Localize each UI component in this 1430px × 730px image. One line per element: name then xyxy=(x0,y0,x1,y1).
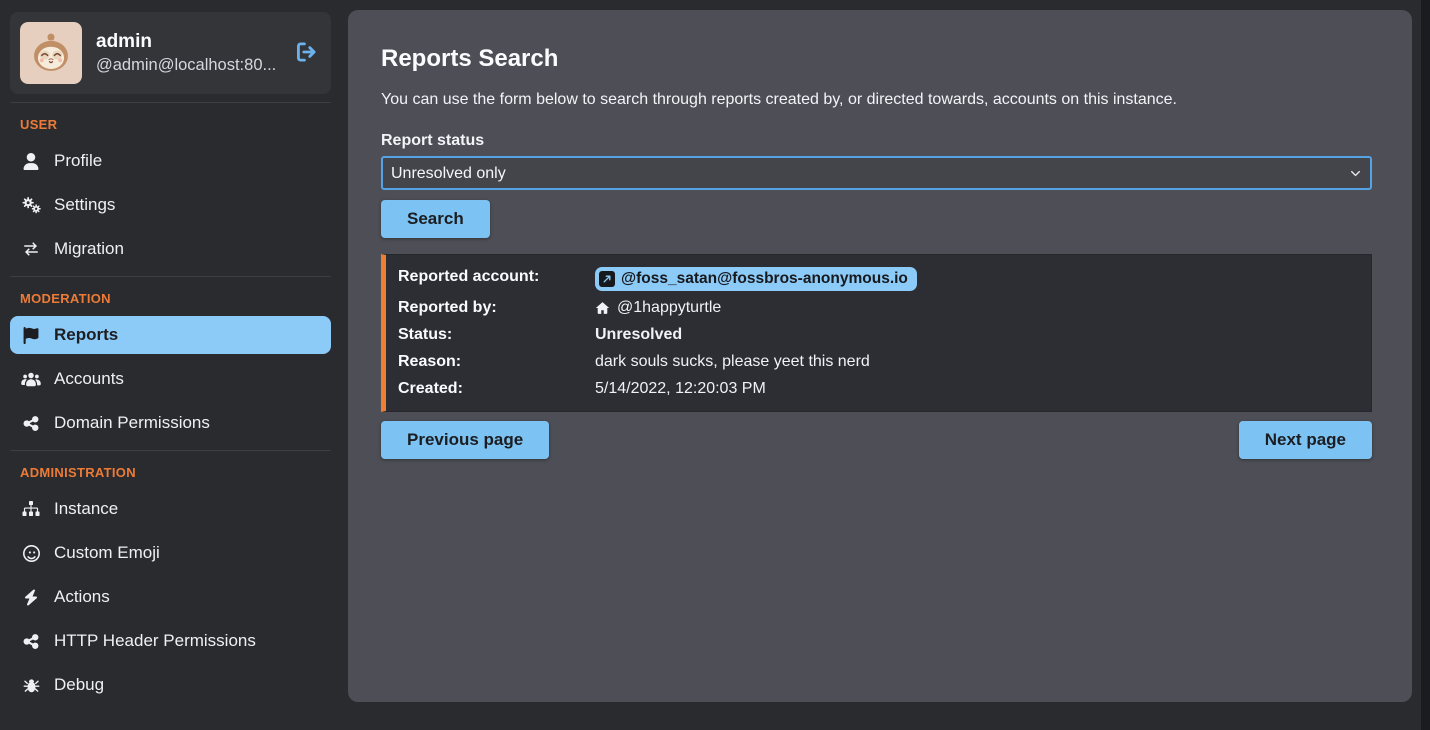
reports-panel: Reports Search You can use the form belo… xyxy=(348,10,1412,702)
reported-by-value: @1happyturtle xyxy=(595,298,1359,318)
home-icon xyxy=(595,301,610,315)
sitemap-icon xyxy=(20,501,42,517)
reporter-handle: @1happyturtle xyxy=(617,298,721,318)
created-label: Created: xyxy=(398,379,591,399)
sidebar-item-profile[interactable]: Profile xyxy=(10,142,331,180)
reason-label: Reason: xyxy=(398,352,591,372)
page-description: You can use the form below to search thr… xyxy=(381,91,1372,109)
share-nodes-icon xyxy=(20,415,42,432)
sidebar-item-http-header-permissions[interactable]: HTTP Header Permissions xyxy=(10,622,331,660)
sidebar-item-migration[interactable]: Migration xyxy=(10,230,331,268)
sidebar-item-instance[interactable]: Instance xyxy=(10,490,331,528)
sidebar-item-domain-permissions[interactable]: Domain Permissions xyxy=(10,404,331,442)
report-status-label: Report status xyxy=(381,132,1372,150)
sidebar-item-settings[interactable]: Settings xyxy=(10,186,331,224)
avatar xyxy=(20,22,82,84)
reported-account-value: @foss_satan@fossbros-anonymous.io xyxy=(595,267,1359,291)
user-handle: @admin@localhost:80... xyxy=(96,54,277,76)
logout-button[interactable] xyxy=(291,37,321,70)
report-status-select-wrap: Unresolved only xyxy=(381,156,1372,190)
sidebar-item-label: Migration xyxy=(54,236,124,262)
previous-page-button[interactable]: Previous page xyxy=(381,421,549,459)
sidebar-item-actions[interactable]: Actions xyxy=(10,578,331,616)
bolt-icon xyxy=(20,589,42,606)
next-page-button[interactable]: Next page xyxy=(1239,421,1372,459)
sidebar-item-custom-emoji[interactable]: Custom Emoji xyxy=(10,534,331,572)
sidebar-section-administration: ADMINISTRATION xyxy=(20,465,331,480)
exchange-arrows-icon xyxy=(20,240,42,258)
divider xyxy=(10,450,331,451)
report-status-select[interactable]: Unresolved only xyxy=(381,156,1372,190)
search-button[interactable]: Search xyxy=(381,200,490,238)
sidebar-item-debug[interactable]: Debug xyxy=(10,666,331,704)
sidebar-item-label: Debug xyxy=(54,672,104,698)
sidebar-item-label: Actions xyxy=(54,584,110,610)
smiley-icon xyxy=(20,545,42,562)
sidebar-item-label: Custom Emoji xyxy=(54,540,160,566)
sidebar-item-reports[interactable]: Reports xyxy=(10,316,331,354)
report-search-form: Report status Unresolved only Search xyxy=(381,132,1372,238)
divider xyxy=(10,276,331,277)
bug-icon xyxy=(20,677,42,694)
divider xyxy=(10,102,331,103)
pagination: Previous page Next page xyxy=(381,421,1372,459)
sidebar-section-moderation: MODERATION xyxy=(20,291,331,306)
status-label: Status: xyxy=(398,325,591,345)
page-title: Reports Search xyxy=(381,45,1372,73)
main-area: Reports Search You can use the form belo… xyxy=(345,0,1430,730)
user-name: admin xyxy=(96,30,277,54)
sidebar-item-label: HTTP Header Permissions xyxy=(54,628,256,654)
user-card[interactable]: admin @admin@localhost:80... xyxy=(10,12,331,94)
reported-account-badge[interactable]: @foss_satan@fossbros-anonymous.io xyxy=(595,267,917,291)
share-nodes-icon xyxy=(20,633,42,650)
reported-account-handle: @foss_satan@fossbros-anonymous.io xyxy=(621,269,908,289)
sidebar-item-label: Accounts xyxy=(54,366,124,392)
sidebar-item-label: Settings xyxy=(54,192,115,218)
sidebar-section-user: USER xyxy=(20,117,331,132)
reason-value: dark souls sucks, please yeet this nerd xyxy=(595,352,1359,372)
user-icon xyxy=(20,153,42,170)
status-value: Unresolved xyxy=(595,325,1359,345)
sidebar-item-label: Domain Permissions xyxy=(54,410,210,436)
reported-account-label: Reported account: xyxy=(398,267,591,287)
users-icon xyxy=(20,371,42,387)
gears-icon xyxy=(20,197,42,214)
report-card[interactable]: Reported account: @foss_satan@fossbros-a… xyxy=(381,254,1372,412)
sidebar-item-label: Reports xyxy=(54,322,118,348)
logout-icon xyxy=(293,39,319,68)
sidebar-item-accounts[interactable]: Accounts xyxy=(10,360,331,398)
flag-icon xyxy=(20,327,42,344)
external-link-icon xyxy=(599,271,615,287)
created-value: 5/14/2022, 12:20:03 PM xyxy=(595,379,1359,399)
reported-by-label: Reported by: xyxy=(398,298,591,318)
scrollbar[interactable] xyxy=(1421,0,1430,730)
sidebar: admin @admin@localhost:80... USER Profil… xyxy=(0,0,345,730)
sidebar-item-label: Instance xyxy=(54,496,118,522)
sidebar-item-label: Profile xyxy=(54,148,102,174)
